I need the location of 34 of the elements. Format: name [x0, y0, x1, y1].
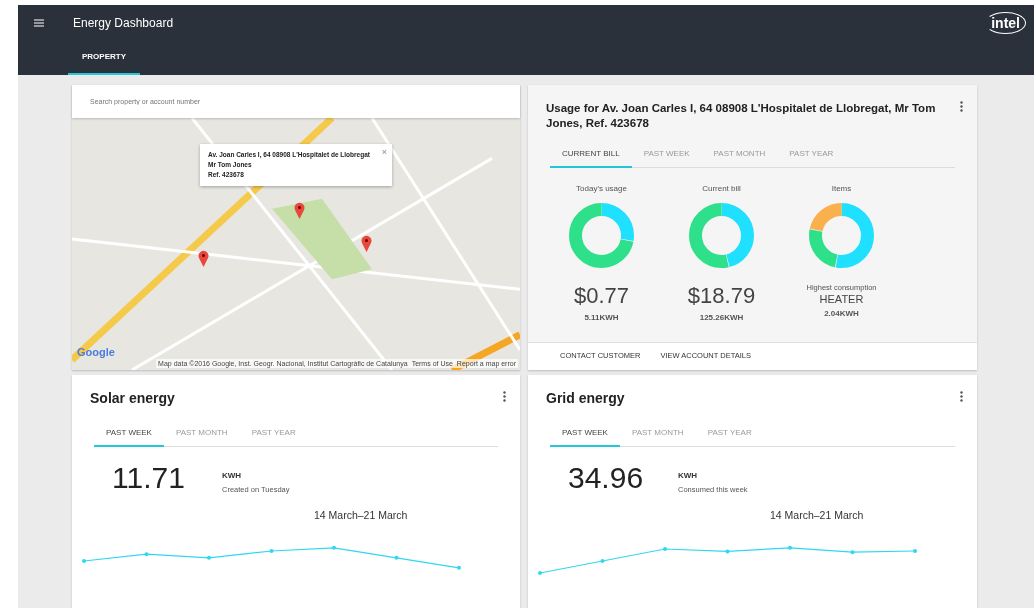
stat-reading: 2.04KWH	[824, 309, 859, 318]
date-range: 14 March–21 March	[769, 509, 865, 521]
more-icon[interactable]	[503, 391, 506, 402]
app-title: Energy Dashboard	[73, 15, 175, 30]
donut-chart	[568, 202, 635, 269]
stat-title: Items	[831, 184, 852, 195]
energy-value: 34.96	[568, 461, 645, 495]
donut-chart	[808, 202, 875, 269]
energy-value: 11.71	[112, 461, 186, 495]
energy-unit: KWH	[222, 471, 243, 480]
card-title: Solar energy	[90, 391, 176, 406]
map-pin-icon[interactable]	[294, 202, 305, 219]
donut-chart	[688, 202, 755, 269]
stat-title: Current bill	[702, 184, 741, 195]
energy-unit: KWH	[678, 471, 699, 480]
stat-reading: 5.11KWH	[584, 313, 619, 322]
period-tab[interactable]: PAST WEEK	[94, 428, 164, 447]
date-range: 14 March–21 March	[313, 509, 409, 521]
period-tab[interactable]: CURRENT BILL	[550, 149, 632, 168]
more-icon[interactable]	[960, 391, 963, 402]
map-pin-icon[interactable]	[361, 235, 372, 252]
card-title: Grid energy	[546, 391, 626, 406]
map-pin-icon[interactable]	[198, 250, 209, 267]
stat-value: HEATER	[819, 293, 864, 305]
more-icon[interactable]	[960, 101, 963, 112]
period-tab[interactable]: PAST WEEK	[550, 428, 620, 447]
stat-value: $18.79	[687, 283, 756, 309]
stat-title: Today's usage	[576, 184, 627, 195]
menu-icon[interactable]	[34, 18, 44, 27]
nav-tab[interactable]: PROPERTY	[68, 40, 140, 75]
card-title: Usage for Av. Joan Carles I, 64 08908 L'Hospitalet de Llobregat, Mr Tom Jones, Ref. 423678	[546, 101, 937, 131]
close-button[interactable]: ×	[381, 147, 387, 157]
stat-reading: 125.26KWH	[699, 313, 744, 322]
stat-value: $0.77	[573, 283, 630, 309]
